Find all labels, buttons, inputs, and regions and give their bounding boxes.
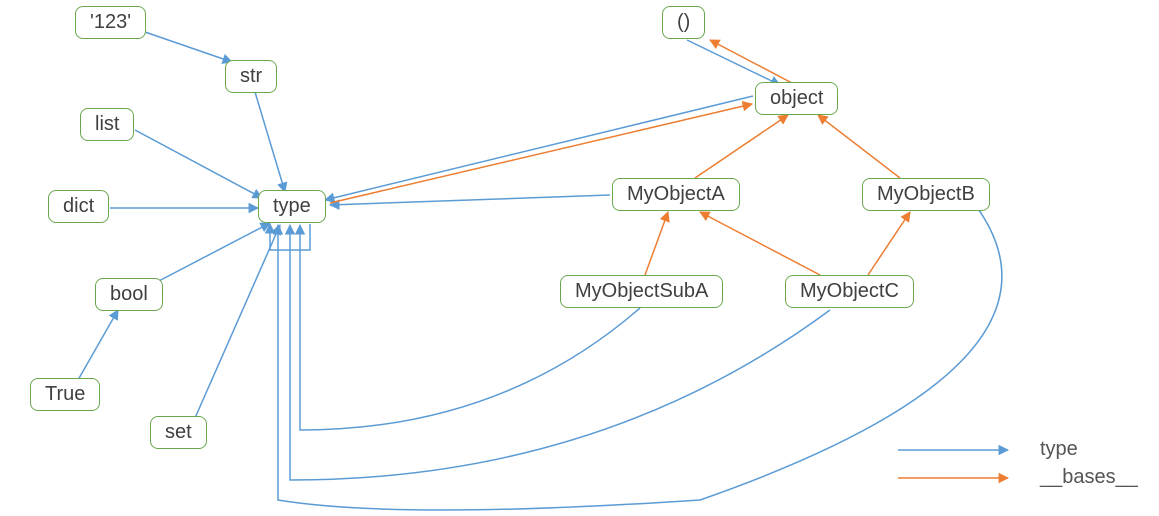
edge-bases xyxy=(868,212,910,275)
edge-type xyxy=(290,225,830,480)
edge-type-selfloop xyxy=(270,224,310,250)
edge-type xyxy=(278,198,1002,510)
node-myobjectc: MyObjectC xyxy=(785,275,914,308)
edge-bases xyxy=(695,115,788,178)
node-true: True xyxy=(30,378,100,411)
edge-type xyxy=(135,130,262,198)
node-str: str xyxy=(225,60,277,93)
edge-type xyxy=(330,195,610,205)
edge-type xyxy=(255,92,285,192)
edge-type xyxy=(155,223,270,283)
edge-bases xyxy=(818,115,900,178)
edge-type xyxy=(145,32,232,62)
legend-bases-label: __bases__ xyxy=(1040,466,1138,489)
node-dict: dict xyxy=(48,190,109,223)
edge-bases xyxy=(645,212,668,275)
edge-type xyxy=(195,225,280,418)
node-list: list xyxy=(80,108,134,141)
node-123: '123' xyxy=(75,6,146,39)
node-bool: bool xyxy=(95,278,163,311)
node-type: type xyxy=(258,190,326,223)
edge-type xyxy=(687,40,780,85)
edge-type xyxy=(300,225,640,430)
node-myobjectsuba: MyObjectSubA xyxy=(560,275,723,308)
node-object: object xyxy=(755,82,838,115)
node-empty-tuple: () xyxy=(662,6,705,39)
legend-type-label: type xyxy=(1040,438,1078,461)
node-myobjectb: MyObjectB xyxy=(862,178,990,211)
edge-type xyxy=(78,310,118,380)
node-set: set xyxy=(150,416,207,449)
edge-bases xyxy=(710,40,792,83)
edge-bases xyxy=(700,212,820,275)
node-myobjecta: MyObjectA xyxy=(612,178,740,211)
